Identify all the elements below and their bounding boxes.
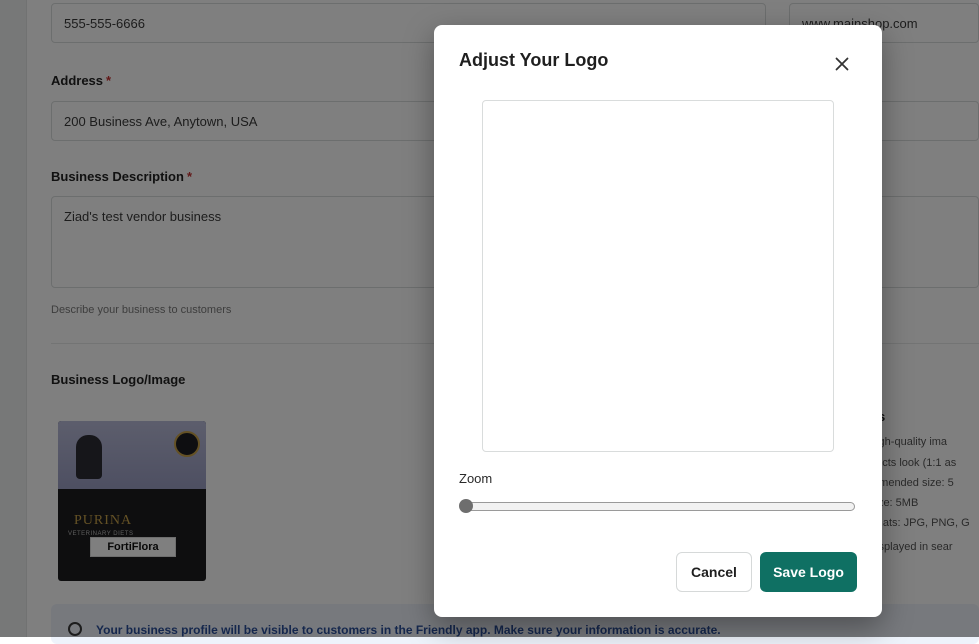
dialog-title: Adjust Your Logo xyxy=(459,50,609,70)
cancel-button[interactable]: Cancel xyxy=(676,552,752,592)
zoom-label: Zoom xyxy=(459,471,493,486)
zoom-slider-track[interactable] xyxy=(461,502,855,511)
close-button[interactable] xyxy=(830,52,854,76)
close-icon xyxy=(835,57,849,71)
adjust-logo-dialog: Adjust Your Logo Zoom Cancel Save Logo xyxy=(434,25,882,617)
save-logo-button[interactable]: Save Logo xyxy=(760,552,857,592)
zoom-slider-thumb[interactable] xyxy=(459,499,473,513)
logo-crop-area[interactable] xyxy=(482,100,834,452)
